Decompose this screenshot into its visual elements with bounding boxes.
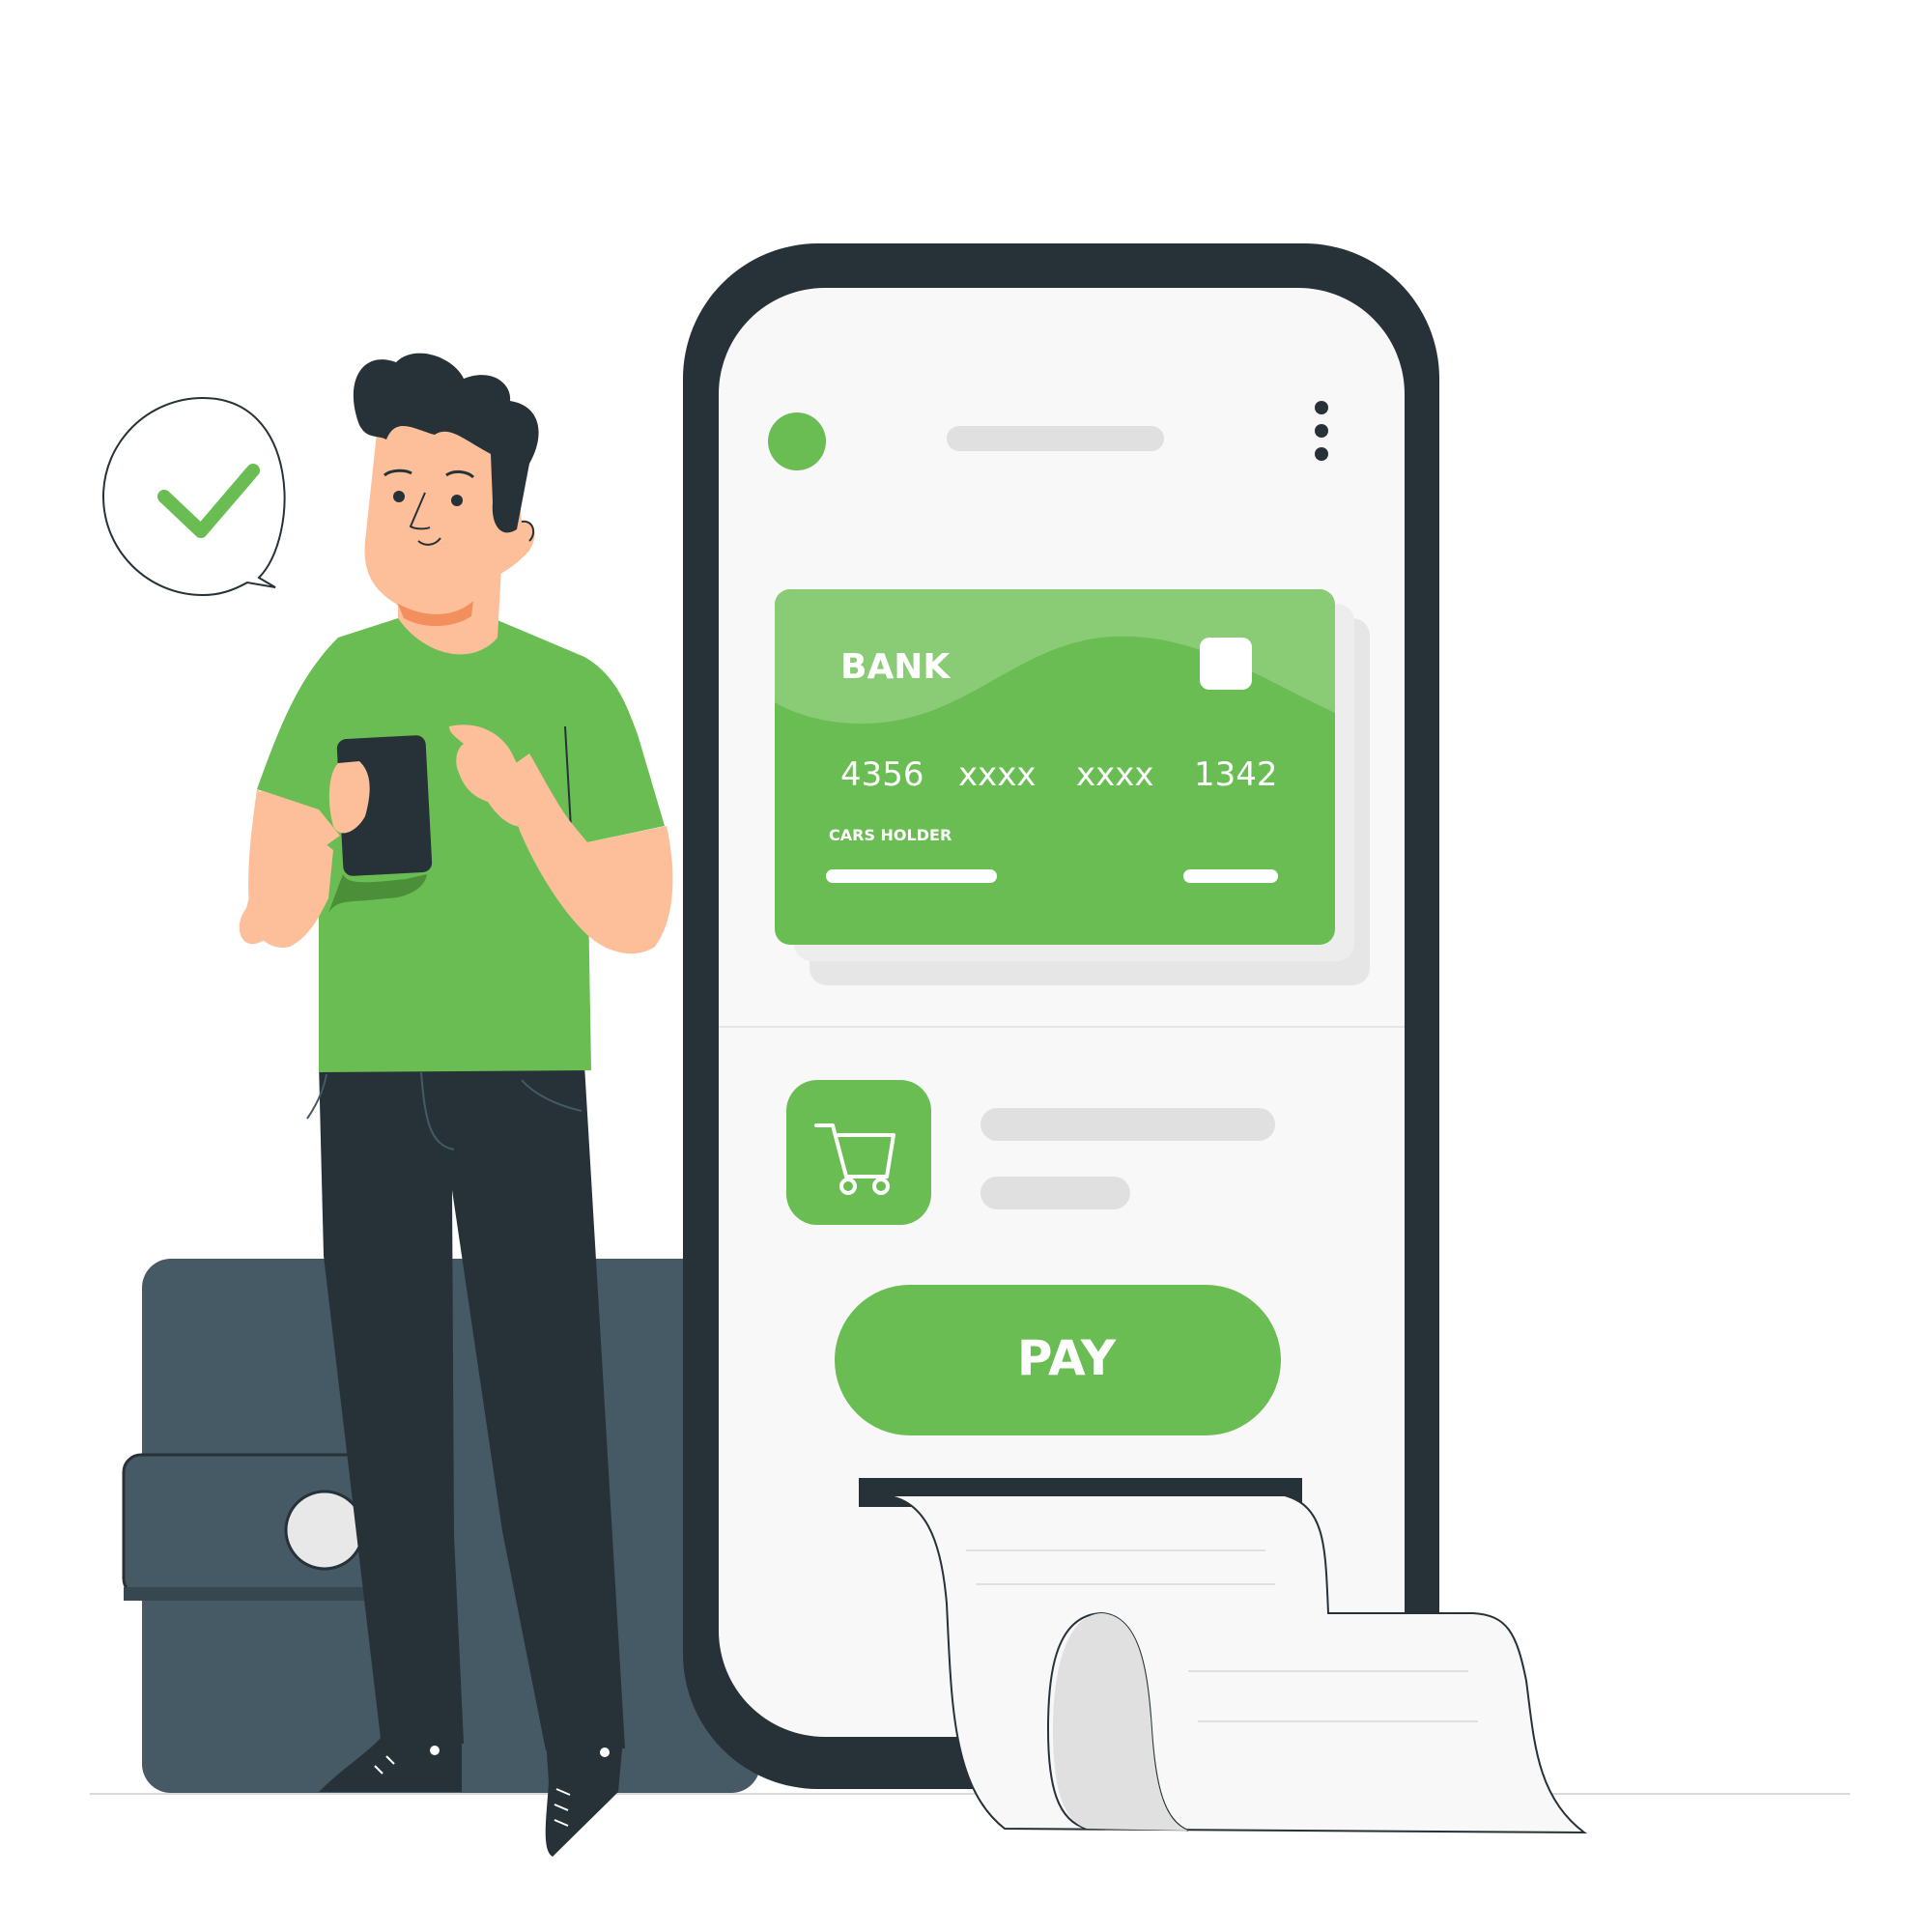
pay-button[interactable]: PAY — [835, 1285, 1281, 1435]
card-holder-label: CARS HOLDER — [829, 826, 952, 844]
chip-icon — [1200, 638, 1252, 690]
card-number-group-2: xxxx — [958, 755, 1036, 794]
more-vertical-icon[interactable] — [1315, 401, 1328, 461]
item-title-placeholder — [980, 1108, 1275, 1141]
pay-button-label: PAY — [1017, 1330, 1117, 1386]
credit-card[interactable]: BANK 4356 xxxx xxxx 1342 CARS HOLDER — [775, 589, 1335, 945]
card-expiry-bar — [1183, 869, 1278, 883]
card-holder-name-bar — [826, 869, 997, 883]
receipt — [873, 1493, 1588, 1834]
card-number-group-3: xxxx — [1076, 755, 1153, 794]
item-price-placeholder — [980, 1177, 1130, 1209]
payment-illustration: BANK 4356 xxxx xxxx 1342 CARS HOLDER PAY — [90, 243, 1850, 1857]
card-bank-name: BANK — [840, 647, 951, 687]
wallet-clasp-button — [284, 1490, 365, 1571]
check-bubble — [101, 396, 286, 597]
card-number-group-4: 1342 — [1194, 755, 1278, 794]
header-title-placeholder — [947, 426, 1164, 451]
app-logo — [768, 412, 826, 470]
card-number-group-1: 4356 — [840, 755, 924, 794]
